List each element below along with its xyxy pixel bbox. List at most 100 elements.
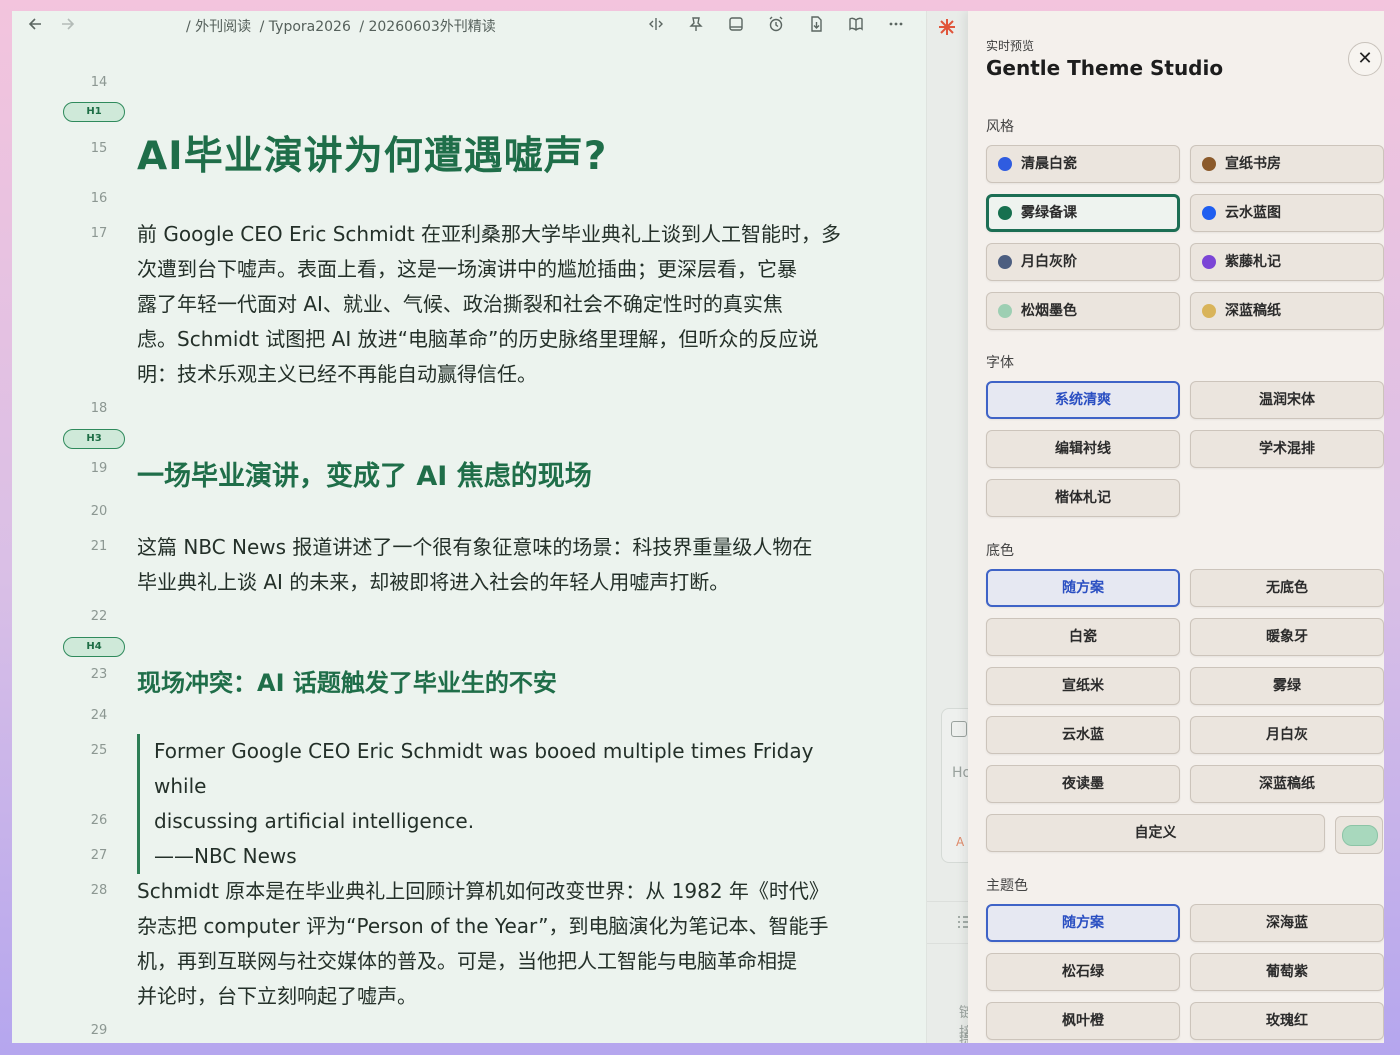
style-option-button[interactable]: 宣纸书房: [1190, 145, 1384, 183]
theme-color-option-button[interactable]: 葡萄紫: [1190, 953, 1384, 991]
line-number: 20: [90, 504, 108, 519]
back-arrow-icon[interactable]: [25, 15, 47, 37]
theme-color-option-button[interactable]: 松石绿: [986, 953, 1180, 991]
paragraph-line: 这篇 NBC News 报道讲述了一个很有象征意味的场景：科技界重量级人物在: [137, 535, 813, 559]
custom-color-picker[interactable]: [1335, 816, 1383, 854]
divider: [927, 943, 969, 944]
style-option-button[interactable]: 云水蓝图: [1190, 194, 1384, 232]
heading-level-badge[interactable]: H1: [63, 102, 125, 122]
toolbar: / 外刊阅读 / Typora2026 / 20260603外刊精读: [12, 11, 926, 41]
background-option-button[interactable]: 暖象牙: [1190, 618, 1384, 656]
paragraph-line: 露了年轻一代面对 AI、就业、气候、政治撕裂和社会不确定性时的真实焦: [137, 292, 783, 316]
divider: [927, 901, 969, 902]
more-options-icon[interactable]: [885, 15, 907, 37]
breadcrumb-item[interactable]: / Typora2026: [260, 19, 351, 35]
line-number: 19: [90, 461, 108, 476]
style-option-button[interactable]: 月白灰阶: [986, 243, 1180, 281]
split-view-icon[interactable]: [645, 15, 667, 37]
paragraph-line: 次遭到台下嘘声。表面上看，这是一场演讲中的尴尬插曲；更深层看，它暴: [137, 257, 797, 281]
color-dot-icon: [998, 206, 1012, 220]
font-option-button[interactable]: 学术混排: [1190, 430, 1384, 468]
theme-color-option-button-selected[interactable]: 随方案: [986, 904, 1180, 942]
line-number: 28: [90, 883, 108, 898]
theme-color-option-button[interactable]: 枫叶橙: [986, 1002, 1180, 1040]
paragraph-line: 前 Google CEO Eric Schmidt 在亚利桑那大学毕业典礼上谈到…: [137, 222, 842, 246]
breadcrumb-item[interactable]: / 20260603外刊精读: [359, 19, 495, 35]
line-number: 23: [90, 667, 108, 682]
forward-arrow-icon[interactable]: [56, 15, 78, 37]
paragraph-line: 毕业典礼上谈 AI 的未来，却被即将进入社会的年轻人用嘘声打断。: [137, 570, 730, 594]
font-option-button-selected[interactable]: 系统清爽: [986, 381, 1180, 419]
close-button[interactable]: ✕: [1348, 42, 1382, 76]
heading-4[interactable]: 现场冲突：AI 话题触发了毕业生的不安: [137, 663, 557, 698]
section-label-style: 风格: [986, 119, 1014, 135]
background-option-button[interactable]: 无底色: [1190, 569, 1384, 607]
app-logo-icon: [937, 17, 957, 37]
pin-icon[interactable]: [685, 15, 707, 37]
paragraph-report[interactable]: 这篇 NBC News 报道讲述了一个很有象征意味的场景：科技界重量级人物在 毕…: [137, 530, 862, 600]
font-option-button[interactable]: 楷体札记: [986, 479, 1180, 517]
quote-line: discussing artificial intelligence.: [154, 809, 475, 833]
background-option-button[interactable]: 宣纸米: [986, 667, 1180, 705]
theme-color-option-button[interactable]: 玫瑰红: [1190, 1002, 1384, 1040]
book-reader-icon[interactable]: [845, 15, 867, 37]
custom-background-button[interactable]: 自定义: [986, 814, 1325, 852]
heading-3[interactable]: 一场毕业演讲，变成了 AI 焦虑的现场: [137, 454, 592, 493]
panel-title: Gentle Theme Studio: [986, 56, 1224, 80]
section-label-font: 字体: [986, 355, 1014, 371]
section-label-background: 底色: [986, 543, 1014, 559]
heading-1[interactable]: AI毕业演讲为何遭遇嘘声?: [137, 125, 607, 181]
color-dot-icon: [998, 157, 1012, 171]
background-option-button[interactable]: 云水蓝: [986, 716, 1180, 754]
style-option-button[interactable]: 清晨白瓷: [986, 145, 1180, 183]
sidebar-toggle-icon[interactable]: [725, 15, 747, 37]
paragraph-line: 机，再到互联网与社交媒体的普及。可是，当他把人工智能与电脑革命相提: [137, 949, 797, 973]
line-number: 25: [90, 743, 108, 758]
style-option-button-selected[interactable]: 雾绿备课: [986, 194, 1180, 232]
section-label-theme-color: 主题色: [986, 878, 1028, 894]
heading-level-badge[interactable]: H4: [63, 637, 125, 657]
line-number: 24: [90, 708, 108, 723]
font-option-button[interactable]: 编辑衬线: [986, 430, 1180, 468]
line-number: 22: [90, 609, 108, 624]
background-option-button[interactable]: 深蓝稿纸: [1190, 765, 1384, 803]
editor-pane: / 外刊阅读 / Typora2026 / 20260603外刊精读 14 15…: [12, 11, 926, 1043]
export-document-icon[interactable]: [805, 15, 827, 37]
style-option-button[interactable]: 深蓝稿纸: [1190, 292, 1384, 330]
color-dot-icon: [1202, 304, 1216, 318]
line-number: 27: [90, 848, 108, 863]
background-option-button[interactable]: 白瓷: [986, 618, 1180, 656]
line-number: 21: [90, 539, 108, 554]
heading-level-badge[interactable]: H3: [63, 429, 125, 449]
card-text: A: [956, 835, 965, 849]
background-option-button[interactable]: 月白灰: [1190, 716, 1384, 754]
blockquote[interactable]: Former Google CEO Eric Schmidt was booed…: [137, 734, 857, 874]
line-number: 18: [90, 401, 108, 416]
color-dot-icon: [1202, 255, 1216, 269]
line-number: 14: [90, 75, 108, 90]
paragraph-intro[interactable]: 前 Google CEO Eric Schmidt 在亚利桑那大学毕业典礼上谈到…: [137, 217, 862, 392]
quote-line: Former Google CEO Eric Schmidt was booed…: [154, 739, 814, 798]
color-dot-icon: [998, 304, 1012, 318]
panel-subtitle: 实时预览: [986, 39, 1035, 53]
background-option-button[interactable]: 雾绿: [1190, 667, 1384, 705]
color-swatch: [1342, 825, 1378, 846]
color-dot-icon: [1202, 157, 1216, 171]
paragraph-schmidt[interactable]: Schmidt 原本是在毕业典礼上回顾计算机如何改变世界：从 1982 年《时代…: [137, 874, 862, 1014]
background-option-button[interactable]: 夜读墨: [986, 765, 1180, 803]
paragraph-line: 并论时，台下立刻响起了嘘声。: [137, 984, 417, 1008]
style-option-button[interactable]: 松烟墨色: [986, 292, 1180, 330]
paragraph-line: 虑。Schmidt 试图把 AI 放进“电脑革命”的历史脉络里理解，但听众的反应…: [137, 327, 819, 351]
line-number: 15: [90, 141, 108, 156]
paragraph-line: Schmidt 原本是在毕业典礼上回顾计算机如何改变世界：从 1982 年《时代…: [137, 879, 829, 903]
theme-color-option-button[interactable]: 深海蓝: [1190, 904, 1384, 942]
font-option-button[interactable]: 温润宋体: [1190, 381, 1384, 419]
paragraph-line: 明：技术乐观主义已经不再能自动赢得信任。: [137, 362, 537, 386]
line-number: 16: [90, 191, 108, 206]
line-number: 29: [90, 1023, 108, 1038]
breadcrumb: / 外刊阅读 / Typora2026 / 20260603外刊精读: [186, 16, 500, 36]
alarm-clock-icon[interactable]: [765, 15, 787, 37]
breadcrumb-item[interactable]: / 外刊阅读: [186, 19, 251, 35]
background-option-button-selected[interactable]: 随方案: [986, 569, 1180, 607]
style-option-button[interactable]: 紫藤札记: [1190, 243, 1384, 281]
